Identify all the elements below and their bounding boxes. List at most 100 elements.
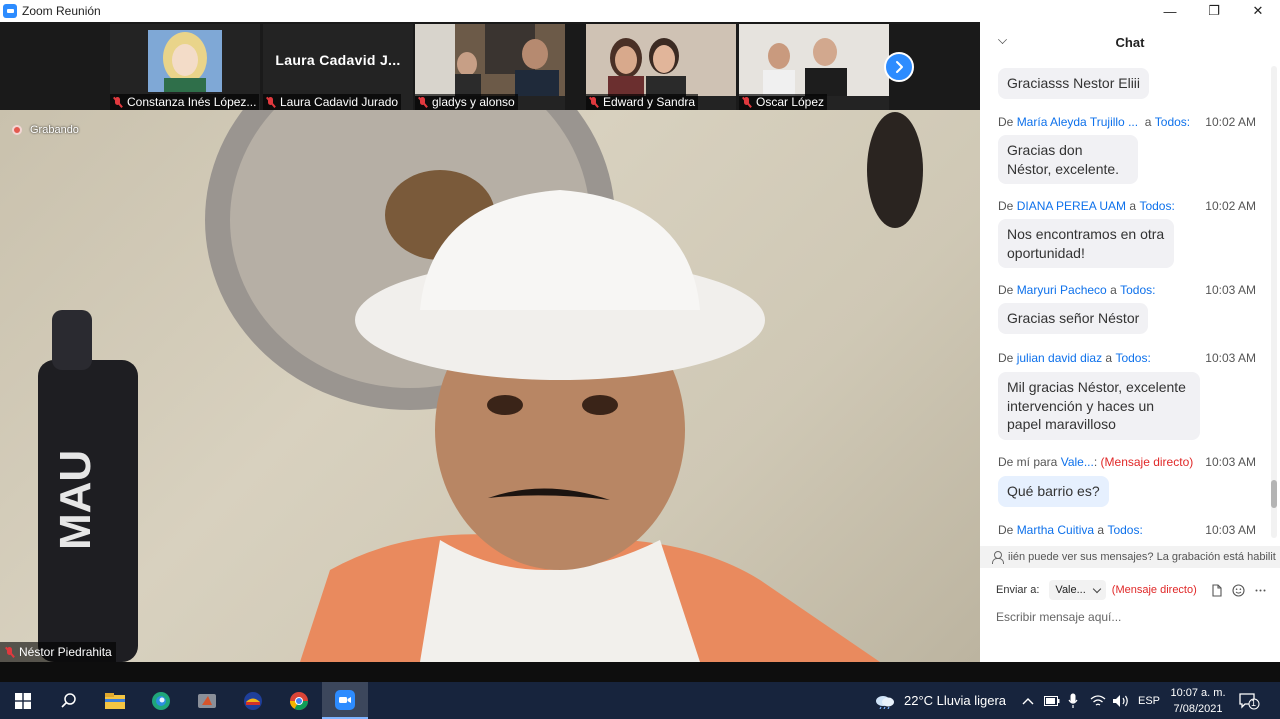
app-icon [244, 691, 262, 710]
input-language-indicator[interactable]: ESP [1138, 682, 1160, 719]
title-bar: Zoom Reunión — ❐ ✕ [0, 0, 1280, 22]
clock-time: 10:07 a. m. [1170, 687, 1226, 699]
to-prefix: a [1129, 199, 1137, 213]
more-options-icon[interactable] [1253, 582, 1269, 598]
battery-icon[interactable] [1044, 682, 1060, 719]
taskbar-clock[interactable]: 10:07 a. m. 7/08/2021 [1166, 685, 1230, 717]
notification-icon [1239, 692, 1260, 709]
chevron-down-icon[interactable] [998, 35, 1007, 44]
recipient-name: Todos: [1120, 283, 1156, 297]
chat-message-bubble: Gracias don Néstor, excelente. [998, 135, 1138, 184]
clock-date: 7/08/2021 [1173, 703, 1223, 715]
participant-thumbnail[interactable]: Edward y Sandra [586, 24, 736, 110]
speaker-name-label: Néstor Piedrahita [0, 642, 116, 662]
speaker-volume-icon[interactable] [1112, 682, 1130, 719]
mic-muted-icon [265, 96, 276, 108]
zoom-app-button[interactable] [322, 682, 368, 719]
participant-name: Constanza Inés López... [127, 95, 257, 109]
chrome-browser-button[interactable] [276, 682, 322, 719]
participant-video [415, 24, 565, 96]
recipient-dropdown[interactable]: Vale... [1049, 580, 1106, 600]
message-time: 10:03 AM [1205, 523, 1256, 537]
chat-message-bubble: Qué barrio es? [998, 476, 1109, 507]
sender-name[interactable]: María Aleyda Trujillo ... [1017, 115, 1138, 129]
chrome-icon [290, 691, 308, 710]
file-explorer-button[interactable] [92, 682, 138, 719]
mic-muted-icon [112, 96, 123, 108]
microphone-icon[interactable] [1068, 682, 1078, 719]
from-prefix: De [998, 199, 1014, 213]
emoji-icon[interactable] [1231, 582, 1247, 598]
direct-message-label: (Mensaje directo) [1111, 584, 1197, 596]
chat-header: Chat [980, 22, 1280, 62]
chevron-down-icon [1092, 584, 1102, 593]
chat-panel: Chat Graciasss Nestor Eliii De María Ale… [980, 22, 1280, 662]
active-speaker-video: MAU Grabando Néstor Piedrahita [0, 110, 980, 662]
chat-message-bubble: Gracias señor Néstor [998, 303, 1149, 334]
minimize-button[interactable]: — [1148, 0, 1192, 22]
app-button[interactable] [230, 682, 276, 719]
chat-message-meta: De julian david diaz a Todos: 10:03 AM [998, 351, 1256, 365]
participant-thumbnail-strip: Constanza Inés López... Laura Cadavid J.… [0, 22, 980, 110]
recipient-name: Todos: [1107, 523, 1143, 537]
zoom-window: Zoom Reunión — ❐ ✕ Constanza Inés López.… [0, 0, 1280, 719]
from-prefix: De [998, 523, 1014, 537]
message-time: 10:02 AM [1205, 115, 1256, 129]
participant-thumbnail[interactable]: Oscar López [739, 24, 889, 110]
participant-name-label: Edward y Sandra [586, 94, 699, 110]
message-time: 10:03 AM [1205, 283, 1256, 297]
search-button[interactable] [46, 682, 92, 719]
video-area: Constanza Inés López... Laura Cadavid J.… [0, 22, 980, 662]
restore-button[interactable]: ❐ [1192, 0, 1236, 22]
message-time: 10:02 AM [1205, 199, 1256, 213]
file-icon[interactable] [1209, 582, 1225, 598]
participant-thumbnail[interactable]: gladys y alonso [415, 24, 565, 110]
message-time: 10:03 AM [1205, 351, 1256, 365]
next-participants-button[interactable] [884, 52, 914, 82]
svg-text:MAU: MAU [51, 450, 100, 550]
from-prefix: De [998, 115, 1014, 129]
to-prefix: a [1110, 283, 1117, 297]
windows-start-button[interactable] [0, 682, 46, 719]
mic-muted-icon [417, 96, 428, 108]
chat-message-meta: De mí para Vale... : (Mensaje directo) 1… [998, 455, 1256, 469]
sender-name[interactable]: Vale... [1061, 455, 1094, 469]
recipient-name: Todos: [1115, 351, 1151, 365]
notification-center-button[interactable]: 1 [1238, 682, 1260, 719]
mic-muted-icon [588, 96, 599, 108]
chat-scrollbar-thumb[interactable] [1271, 480, 1277, 508]
participant-name-label: Oscar López [739, 94, 828, 110]
speaker-video-frame: MAU [38, 110, 923, 662]
chevron-up-icon[interactable] [1022, 682, 1034, 719]
participant-video [586, 24, 736, 96]
chat-title: Chat [1115, 34, 1145, 50]
weather-text: 22°C Lluvia ligera [904, 693, 1007, 708]
chat-message-input[interactable] [996, 607, 1266, 627]
wifi-icon[interactable] [1090, 682, 1106, 719]
to-prefix: a [1105, 351, 1113, 365]
participant-video [739, 24, 889, 96]
chat-scrollbar[interactable] [1271, 66, 1277, 538]
chat-messages[interactable]: Graciasss Nestor Eliii De María Aleyda T… [980, 62, 1280, 542]
sender-name[interactable]: Maryuri Pacheco [1017, 283, 1107, 297]
chat-privacy-notice[interactable]: iién puede ver sus mensajes? La grabació… [980, 546, 1280, 568]
rain-cloud-icon [876, 695, 894, 709]
recipient-name: Todos: [1154, 115, 1191, 129]
close-button[interactable]: ✕ [1236, 0, 1280, 22]
privacy-notice-text: iién puede ver sus mensajes? La grabació… [1008, 551, 1276, 563]
sender-name[interactable]: Martha Cuitiva [1017, 523, 1094, 537]
participant-thumbnail[interactable]: Constanza Inés López... [110, 24, 260, 110]
participant-name-label: Laura Cadavid Jurado [263, 94, 402, 110]
weather-widget[interactable]: 22°C Lluvia ligera [874, 682, 1006, 719]
app-button[interactable] [184, 682, 230, 719]
chat-message-meta: De DIANA PEREA UAM a Todos: 10:02 AM [998, 199, 1256, 213]
zoom-app-icon [335, 689, 355, 710]
participant-thumbnail[interactable]: Laura Cadavid J... Laura Cadavid Jurado [263, 24, 413, 110]
sender-name[interactable]: DIANA PEREA UAM [1017, 199, 1126, 213]
recipient-value: Vale... [1055, 584, 1086, 596]
sender-name[interactable]: julian david diaz [1017, 351, 1102, 365]
edge-icon [152, 691, 170, 710]
edge-browser-button[interactable] [138, 682, 184, 719]
message-time: 10:03 AM [1205, 455, 1256, 469]
chat-message-bubble: Mil gracias Néstor, excelente intervenci… [998, 372, 1200, 440]
